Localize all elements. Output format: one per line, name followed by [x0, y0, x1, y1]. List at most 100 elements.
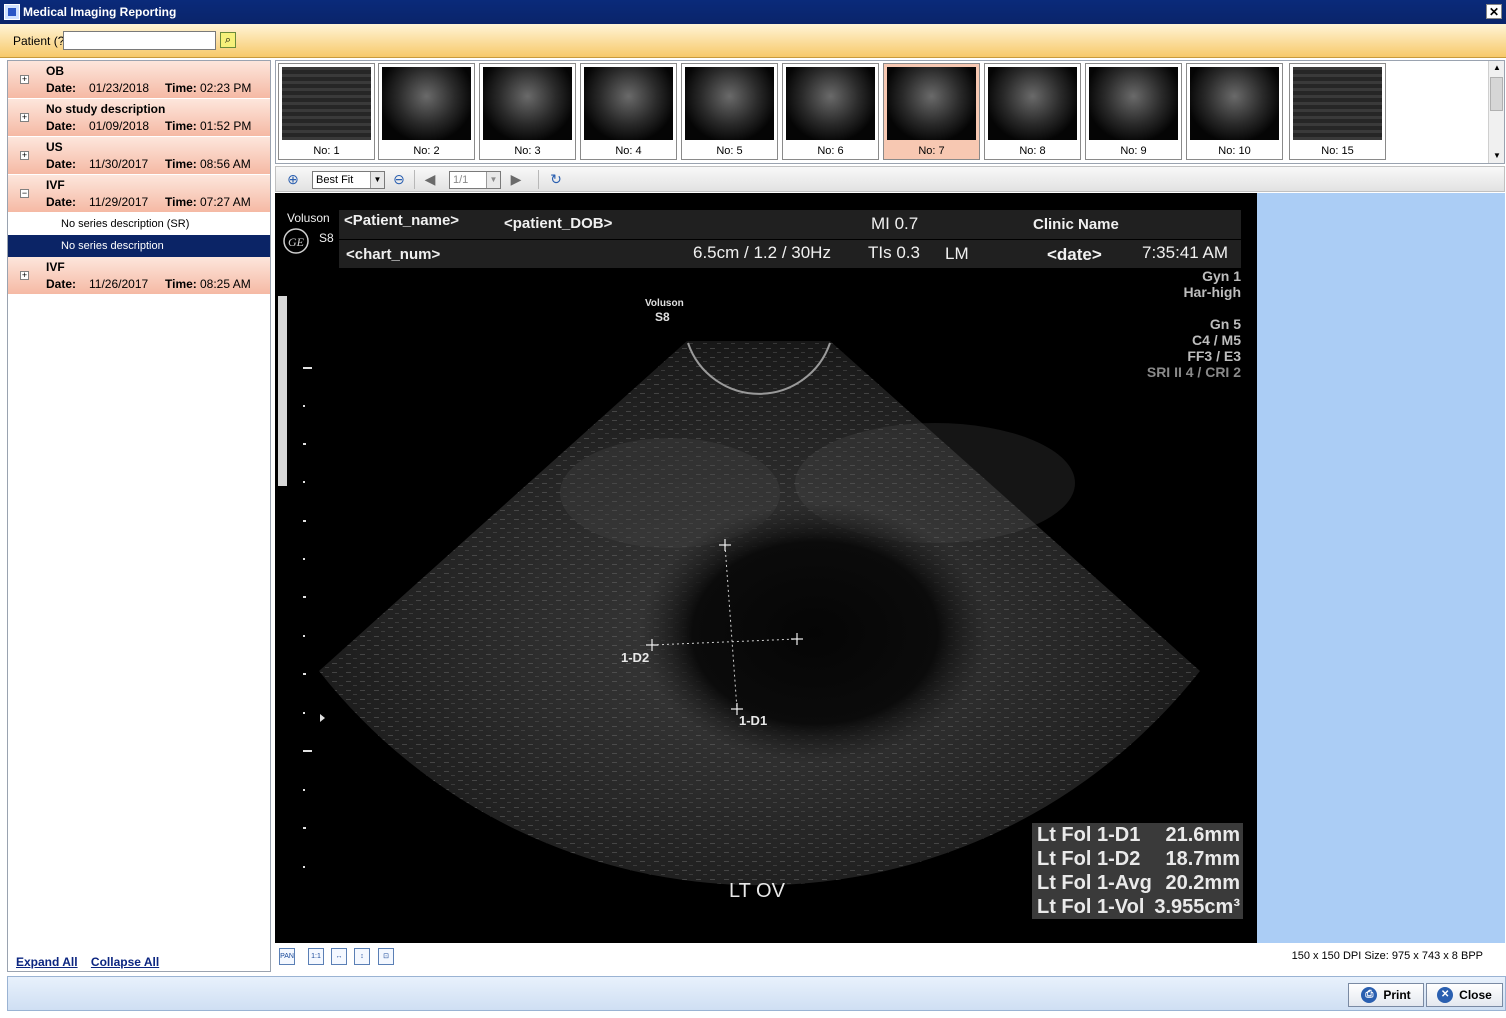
- fit-height-icon[interactable]: ↕: [354, 948, 370, 965]
- study-time: 02:23 PM: [200, 81, 252, 95]
- series-item[interactable]: No series description (SR): [8, 213, 270, 235]
- toolbar-divider: [414, 170, 415, 189]
- study-item[interactable]: + OB Date: 01/23/2018 Time: 02:23 PM: [8, 61, 270, 99]
- thumbnail[interactable]: No: 1: [278, 63, 375, 160]
- patient-search-icon[interactable]: ⌕: [220, 32, 236, 48]
- close-button[interactable]: ✕ Close: [1426, 983, 1503, 1007]
- thumbnail-image: [685, 67, 774, 140]
- series-item-selected[interactable]: No series description: [8, 235, 270, 257]
- study-date: 11/30/2017: [89, 157, 149, 171]
- previous-page-icon[interactable]: ◀: [421, 171, 439, 188]
- next-page-icon[interactable]: ▶: [507, 171, 525, 188]
- study-description: IVF: [46, 260, 65, 274]
- study-time: 07:27 AM: [200, 195, 251, 209]
- thumbnail-label: No: 6: [817, 145, 844, 157]
- date-label: Date:: [46, 277, 77, 291]
- exam-date: <date>: [1047, 245, 1102, 264]
- thumbnail-label: No: 15: [1321, 145, 1354, 157]
- thumbnail[interactable]: No: 5: [681, 63, 778, 160]
- thumbnail[interactable]: No: 6: [782, 63, 879, 160]
- thumbnail[interactable]: No: 9: [1085, 63, 1182, 160]
- thumbnail-label: No: 8: [1019, 145, 1046, 157]
- date-label: Date:: [46, 195, 77, 209]
- thumbnail-label: No: 4: [615, 145, 642, 157]
- study-description: US: [46, 140, 63, 154]
- study-item[interactable]: + US Date: 11/30/2017 Time: 08:56 AM: [8, 137, 270, 175]
- print-label: Print: [1383, 988, 1411, 1002]
- window-close-button[interactable]: ✕: [1486, 4, 1502, 19]
- study-item[interactable]: + IVF Date: 11/26/2017 Time: 08:25 AM: [8, 257, 270, 295]
- tree-links: Expand All Collapse All: [16, 955, 169, 969]
- measurement-value: 20.2mm: [1165, 872, 1241, 894]
- thumbnail-scrollbar[interactable]: ▲ ▼: [1488, 61, 1504, 163]
- actual-size-icon[interactable]: 1:1: [308, 948, 324, 965]
- study-item[interactable]: + No study description Date: 01/09/2018 …: [8, 99, 270, 137]
- measurement-name: Lt Fol 1-Avg: [1037, 872, 1152, 894]
- thumbnail[interactable]: No: 8: [984, 63, 1081, 160]
- zoom-in-icon[interactable]: ⊕: [284, 171, 302, 188]
- collapse-icon[interactable]: −: [20, 189, 29, 198]
- study-tree: + OB Date: 01/23/2018 Time: 02:23 PM + N…: [7, 60, 271, 972]
- print-button[interactable]: ⎙ Print: [1348, 983, 1424, 1007]
- image-info: 150 x 150 DPI Size: 975 x 743 x 8 BPP: [1291, 950, 1483, 962]
- caliper-label-d1: 1-D1: [739, 713, 768, 728]
- viewer-toolbar: ⊕ Best Fit ▼ ⊖ ◀ 1/1 ▼ ▶ ↻: [275, 166, 1505, 192]
- study-item[interactable]: − IVF Date: 11/29/2017 Time: 07:27 AM: [8, 175, 270, 213]
- thumbnail-image: [483, 67, 572, 140]
- date-label: Date:: [46, 81, 77, 95]
- patient-dob: <patient_DOB>: [504, 215, 613, 232]
- rotate-icon[interactable]: ↻: [547, 171, 565, 188]
- study-date: 01/09/2018: [89, 119, 150, 133]
- expand-all-link[interactable]: Expand All: [16, 955, 78, 969]
- setting-filter: FF3 / E3: [1187, 348, 1241, 364]
- thumbnail-label: No: 10: [1218, 145, 1251, 157]
- pan-icon[interactable]: PAN: [279, 948, 295, 965]
- thumbnail-image: [887, 67, 976, 140]
- thumbnail-label: No: 3: [514, 145, 541, 157]
- fit-page-icon[interactable]: ⊡: [378, 948, 394, 965]
- measurement-value: 18.7mm: [1165, 848, 1241, 870]
- zoom-mode-value: Best Fit: [316, 174, 354, 186]
- scroll-down-icon[interactable]: ▼: [1489, 149, 1505, 163]
- zoom-out-icon[interactable]: ⊖: [390, 171, 408, 188]
- zoom-mode-select[interactable]: Best Fit ▼: [312, 171, 385, 189]
- model-label: S8: [319, 231, 334, 245]
- thumbnail[interactable]: No: 15: [1289, 63, 1386, 160]
- setting-sri: SRI II 4 / CRI 2: [1146, 364, 1241, 380]
- study-description: IVF: [46, 178, 65, 192]
- scroll-up-icon[interactable]: ▲: [1489, 61, 1505, 75]
- collapse-all-link[interactable]: Collapse All: [91, 955, 159, 969]
- patient-label: Patient (?): [13, 34, 69, 48]
- thumbnail-image: [584, 67, 673, 140]
- chevron-down-icon: ▼: [486, 172, 500, 188]
- scroll-thumb[interactable]: [1490, 77, 1503, 111]
- fit-width-icon[interactable]: ↔: [331, 948, 347, 965]
- thumbnail-selected[interactable]: No: 7: [883, 63, 980, 160]
- thumbnail[interactable]: No: 2: [378, 63, 475, 160]
- study-description: No study description: [46, 102, 166, 116]
- page-select[interactable]: 1/1 ▼: [449, 171, 501, 189]
- chevron-down-icon: ▼: [370, 172, 384, 188]
- patient-name: <Patient_name>: [344, 212, 460, 229]
- thumbnail[interactable]: No: 4: [580, 63, 677, 160]
- thumbnail-image: [1293, 67, 1382, 140]
- expand-icon[interactable]: +: [20, 75, 29, 84]
- thumbnail-label: No: 5: [716, 145, 743, 157]
- expand-icon[interactable]: +: [20, 151, 29, 160]
- thumbnail-label: No: 7: [918, 145, 945, 157]
- thermal-index: TIs 0.3: [868, 243, 920, 262]
- time-label: Time:: [165, 277, 197, 291]
- measurement-name: Lt Fol 1-Vol: [1037, 896, 1145, 918]
- expand-icon[interactable]: +: [20, 113, 29, 122]
- thumbnail[interactable]: No: 10: [1186, 63, 1283, 160]
- setting-gain: Gn 5: [1209, 316, 1241, 332]
- image-viewer[interactable]: GE Voluson S8 <Patient_name> <patient_DO…: [275, 193, 1505, 943]
- ultrasound-image[interactable]: GE Voluson S8 <Patient_name> <patient_DO…: [275, 193, 1257, 943]
- date-label: Date:: [46, 119, 77, 133]
- thumbnail-label: No: 9: [1120, 145, 1147, 157]
- close-icon: ✕: [1437, 987, 1454, 1003]
- expand-icon[interactable]: +: [20, 271, 29, 280]
- time-label: Time:: [165, 157, 197, 171]
- thumbnail[interactable]: No: 3: [479, 63, 576, 160]
- patient-input[interactable]: [63, 31, 216, 50]
